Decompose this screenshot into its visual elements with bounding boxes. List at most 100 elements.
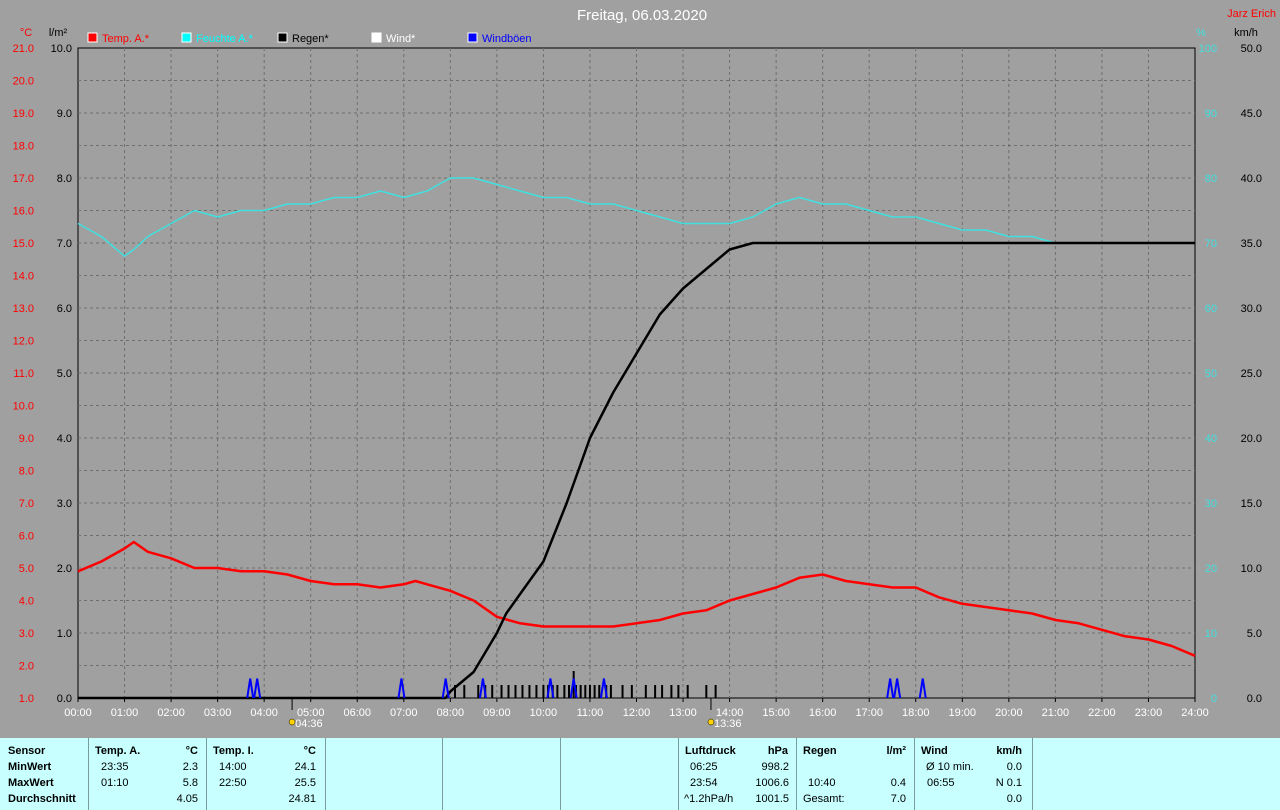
humidity-tick-label: 20 [1205,563,1217,575]
sunset-label: 13:36 [714,718,742,730]
x-tick-label: 08:00 [437,707,465,719]
rain-total-label: Gesamt: [803,793,845,805]
rain-tick-label: 1.0 [57,628,72,640]
pressure-avg-value: 1001.5 [755,793,789,805]
temp-tick-label: 15.0 [13,238,34,250]
divider [914,738,915,810]
temp-a-min-time: 23:35 [101,761,129,773]
x-tick-label: 01:00 [111,707,139,719]
divider [206,738,207,810]
wind-tick-label: 50.0 [1241,43,1262,55]
temp-tick-label: 20.0 [13,76,34,88]
humidity-tick-label: 50 [1205,368,1217,380]
rain-tick-label: 6.0 [57,303,72,315]
x-tick-label: 07:00 [390,707,418,719]
temp-a-max-time: 01:10 [101,777,129,789]
divider [796,738,797,810]
wind-tick-label: 40.0 [1241,173,1262,185]
x-tick-label: 09:00 [483,707,511,719]
humidity-tick-label: 70 [1205,238,1217,250]
legend: Temp. A.* Feuchte A.* Regen* Wind* Windböen [87,32,532,45]
x-tick-label: 04:00 [250,707,278,719]
temp-tick-label: 11.0 [13,368,34,380]
maxwert-label: MaxWert [8,777,54,789]
humidity-tick-label: 40 [1205,433,1217,445]
temp-tick-label: 16.0 [13,206,34,218]
temp-i-min-value: 24.1 [294,761,316,773]
legend-swatch [371,32,382,43]
x-tick-label: 20:00 [995,707,1023,719]
wind-tick-label: 25.0 [1241,368,1262,380]
temp-i-header: Temp. I. [213,745,254,757]
x-tick-label: 23:00 [1135,707,1163,719]
humidity-tick-label: 0 [1211,693,1217,705]
rain-tick-label: 7.0 [57,238,72,250]
temp-a-avg-value: 4.05 [176,793,198,805]
rain-tick-label: 0.0 [57,693,72,705]
rain-total-value: 7.0 [890,793,906,805]
legend-swatch [87,32,98,43]
temp-tick-label: 13.0 [13,303,34,315]
rain-max-time: 10:40 [808,777,836,789]
temp-i-avg-value: 24.81 [288,793,316,805]
legend-label: Regen* [292,33,329,45]
divider [88,738,89,810]
x-tick-label: 00:00 [64,707,92,719]
divider [442,738,443,810]
x-tick-label: 11:00 [577,707,604,719]
rain-tick-label: 2.0 [57,563,72,575]
rain-tick-label: 3.0 [57,498,72,510]
wind-tick-label: 10.0 [1241,563,1262,575]
pressure-max-time: 23:54 [690,777,718,789]
wind-tick-label: 5.0 [1247,628,1262,640]
sunrise-label: 04:36 [295,718,323,730]
wind-avg-label: Ø 10 min. [926,761,974,773]
wind-tick-label: 15.0 [1241,498,1262,510]
x-tick-label: 03:00 [204,707,232,719]
humidity-tick-label: 100 [1199,43,1217,55]
temp-a-max-value: 5.8 [182,777,198,789]
wind-tick-label: 30.0 [1241,303,1262,315]
legend-label: Feuchte A.* [196,33,254,45]
humidity-tick-label: 10 [1205,628,1217,640]
rain-unit: l/m² [49,27,68,39]
x-tick-label: 16:00 [809,707,837,719]
divider [678,738,679,810]
wind-avg-value: 0.0 [1006,761,1022,773]
temp-tick-label: 17.0 [13,173,34,185]
legend-swatch [181,32,192,43]
sensor-header: Sensor [8,745,46,757]
rain-max-value: 0.4 [890,777,906,789]
temp-tick-label: 6.0 [19,531,34,543]
temp-i-min-time: 14:00 [219,761,247,773]
temp-unit: °C [20,27,32,39]
wind-max-time: 06:55 [927,777,955,789]
temp-tick-label: 10.0 [13,401,34,413]
temp-tick-label: 21.0 [13,43,34,55]
x-tick-label: 02:00 [157,707,185,719]
temp-tick-label: 9.0 [19,433,34,445]
x-tick-label: 18:00 [902,707,930,719]
legend-swatch [277,32,288,43]
humidity-unit: % [1196,27,1206,39]
author-label: Jarz Erich [1227,8,1276,20]
rain-tick-label: 5.0 [57,368,72,380]
temp-tick-label: 2.0 [19,661,34,673]
legend-label: Windböen [482,33,532,45]
humidity-tick-label: 60 [1205,303,1217,315]
temp-a-header: Temp. A. [95,745,141,757]
temp-tick-label: 3.0 [19,628,34,640]
rain-unit-label: l/m² [886,745,906,757]
rain-tick-label: 10.0 [51,43,72,55]
wind-tick-label: 35.0 [1241,238,1262,250]
x-tick-label: 13:00 [669,707,697,719]
x-tick-label: 22:00 [1088,707,1116,719]
temp-i-max-value: 25.5 [294,777,316,789]
temp-tick-label: 12.0 [13,336,34,348]
wind-header: Wind [921,745,948,757]
divider [1032,738,1033,810]
temp-i-max-time: 22:50 [219,777,247,789]
minwert-label: MinWert [8,761,52,773]
pressure-trend: ^1.2hPa/h [684,793,734,805]
wind-unit: km/h [1234,27,1258,39]
